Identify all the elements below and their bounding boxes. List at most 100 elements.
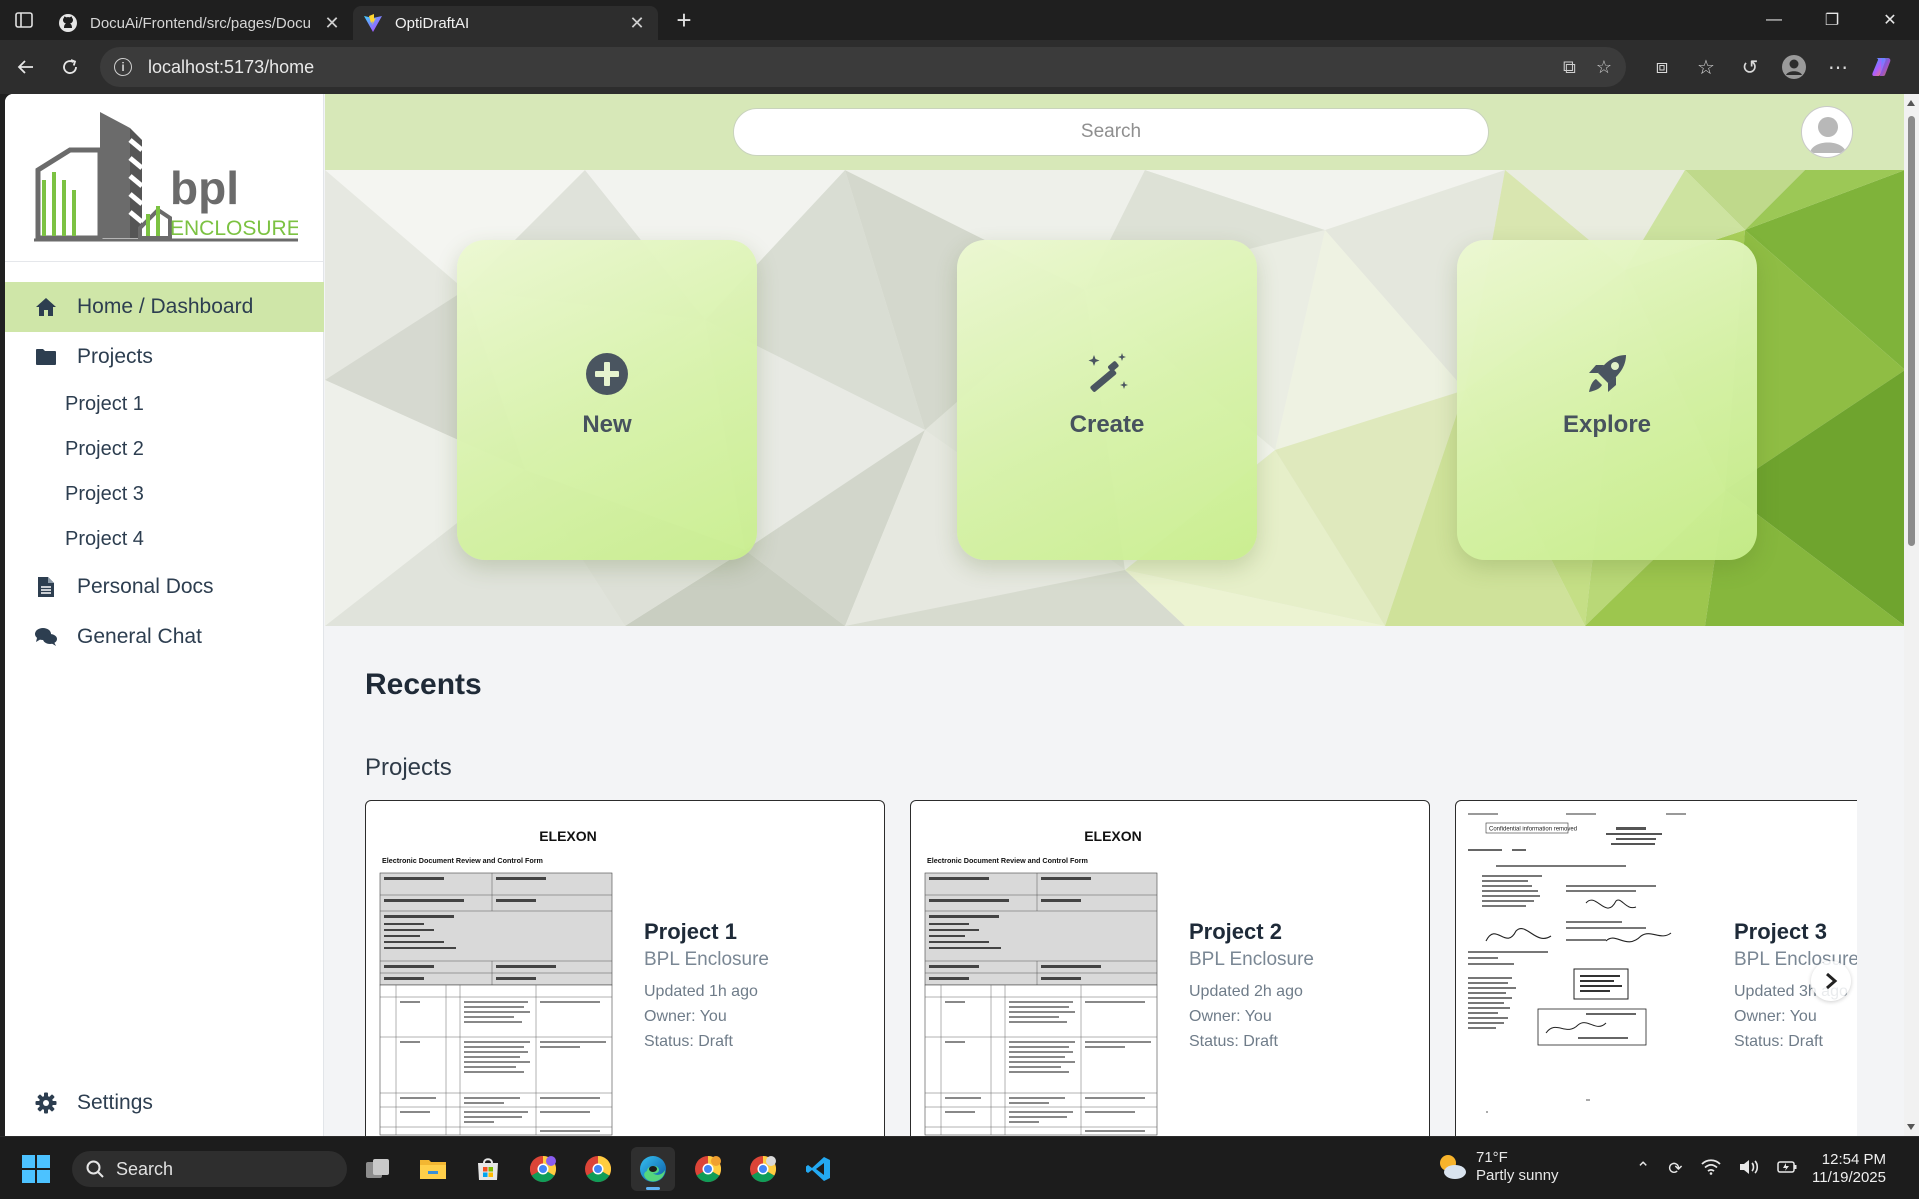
user-avatar[interactable] [1801,106,1853,158]
project-name: Project 3 [1734,919,1827,944]
close-window-icon[interactable]: ✕ [1861,0,1919,40]
rocket-icon [1584,351,1630,397]
browser-tab-github[interactable]: DocuAi/Frontend/src/pages/Docu ✕ [48,6,353,40]
extensions-icon[interactable]: ⧈ [1640,47,1684,87]
copilot-icon[interactable] [1860,47,1904,87]
card-label: New [582,411,632,438]
top-header [325,94,1919,170]
tab-title: DocuAi/Frontend/src/pages/Docu [90,14,311,32]
create-card[interactable]: Create [957,240,1257,560]
project-card[interactable]: ELEXON Electronic Document Review and Co… [365,800,885,1136]
close-tab-icon[interactable]: ✕ [626,13,648,34]
chrome-profile-2-icon[interactable] [686,1147,730,1191]
scroll-down-icon[interactable] [1907,1124,1915,1130]
home-icon [33,294,59,320]
project-card[interactable]: Confidential information removed Project… [1455,800,1857,1136]
sidebar-item-personal-docs[interactable]: Personal Docs [5,562,324,612]
search-input[interactable] [733,108,1489,156]
chrome-icon[interactable] [576,1147,620,1191]
site-info-icon[interactable]: i [114,58,132,76]
bpl-enclosure-logo[interactable]: bpl ENCLOSURE [5,94,323,262]
history-icon[interactable]: ↺ [1728,47,1772,87]
chrome-profile-icon[interactable] [521,1147,565,1191]
sidebar-item-label: General Chat [77,625,202,648]
document-thumbnail: ELEXON Electronic Document Review and Co… [921,811,1161,1136]
scrollbar-thumb[interactable] [1908,116,1915,546]
sidebar-item-settings[interactable]: Settings [5,1078,324,1128]
chrome-profile-3-icon[interactable] [741,1147,785,1191]
sync-icon[interactable]: ⟳ [1668,1159,1682,1179]
page-scrollbar[interactable] [1904,94,1919,1136]
file-explorer-icon[interactable] [411,1147,455,1191]
sidebar-item-projects[interactable]: Projects [5,332,324,382]
search-icon [86,1160,104,1178]
doc-title: Electronic Document Review and Control F… [382,856,543,865]
sidebar-item-label: Settings [77,1091,153,1114]
partly-sunny-icon [1440,1155,1466,1179]
browser-tab-bar: DocuAi/Frontend/src/pages/Docu ✕ OptiDra… [0,0,1919,40]
task-view-icon[interactable] [356,1147,400,1191]
hero-banner: New Create Explore [325,170,1905,626]
card-label: Create [1069,411,1145,438]
taskbar-clock[interactable]: 12:54 PM 11/19/2025 [1766,1151,1886,1187]
microsoft-store-icon[interactable] [466,1147,510,1191]
logo-word: bpl [170,162,239,214]
wifi-icon[interactable] [1700,1158,1721,1180]
plus-circle-icon [584,351,630,397]
explore-card[interactable]: Explore [1457,240,1757,560]
sidebar-project-2[interactable]: Project 2 [5,427,324,472]
document-thumbnail: Confidential information removed [1466,811,1706,1136]
browser-toolbar: i localhost:5173/home ⧉ ☆ ⧈ ☆ ↺ ⋯ [0,40,1919,94]
edge-icon[interactable] [631,1147,675,1191]
restore-icon[interactable]: ❐ [1803,0,1861,40]
windows-start-icon[interactable] [22,1155,50,1188]
favorites-icon[interactable]: ☆ [1684,47,1728,87]
project-name: Project 1 [644,919,737,944]
sidebar-project-3[interactable]: Project 3 [5,472,324,517]
windows-taskbar: Search 71°F Partly sunny ⌃ ⟳ 12:54 PM 11… [0,1136,1919,1199]
taskbar-search[interactable]: Search [72,1151,347,1187]
back-icon[interactable] [4,47,48,87]
tab-actions-icon[interactable] [0,0,48,40]
clock-date: 11/19/2025 [1812,1169,1886,1186]
address-bar[interactable]: i localhost:5173/home ⧉ ☆ [100,47,1626,87]
chevron-up-icon[interactable]: ⌃ [1636,1159,1650,1179]
project-updated: Updated 2h ago [1189,983,1303,1000]
weather-widget[interactable]: 71°F Partly sunny [1436,1149,1559,1185]
document-icon [33,574,59,600]
sidebar-item-general-chat[interactable]: General Chat [5,612,324,662]
document-thumbnail: ELEXON Electronic Document Review and Co… [376,811,616,1136]
refresh-icon[interactable] [48,47,92,87]
read-aloud-icon[interactable]: ⧉ [1563,57,1576,78]
sidebar-project-4[interactable]: Project 4 [5,517,324,562]
sidebar-item-label: Projects [77,345,153,368]
favorite-star-icon[interactable]: ☆ [1596,57,1612,78]
project-company: BPL Enclosure [1189,949,1314,970]
sidebar-project-1[interactable]: Project 1 [5,382,324,427]
sidebar-nav: Home / Dashboard Projects Project 1 Proj… [5,282,324,662]
carousel-next-button[interactable] [1811,961,1851,1001]
more-menu-icon[interactable]: ⋯ [1816,47,1860,87]
close-tab-icon[interactable]: ✕ [321,13,343,34]
project-card[interactable]: ELEXON Electronic Document Review and Co… [910,800,1430,1136]
page-viewport: bpl ENCLOSURE Home / Dashboard Projects … [5,94,1919,1136]
sidebar-item-label: Home / Dashboard [77,295,254,318]
magic-wand-icon [1084,351,1130,397]
folder-icon [33,344,59,370]
taskbar-apps [356,1147,840,1191]
new-tab-button[interactable]: + [664,5,704,36]
sidebar-item-home[interactable]: Home / Dashboard [5,282,324,332]
project-owner: Owner: You [644,1008,727,1025]
minimize-icon[interactable]: — [1745,0,1803,40]
browser-tab-optidraft[interactable]: OptiDraftAI ✕ [353,6,658,40]
scroll-up-icon[interactable] [1907,100,1915,106]
new-card[interactable]: New [457,240,757,560]
tab-title: OptiDraftAI [395,14,470,32]
profile-icon[interactable] [1772,47,1816,87]
chat-icon [33,624,59,650]
project-owner: Owner: You [1734,1008,1817,1025]
vscode-icon[interactable] [796,1147,840,1191]
chevron-right-icon [1826,972,1838,990]
volume-icon[interactable] [1739,1159,1759,1180]
weather-temp: 71°F [1476,1149,1508,1166]
